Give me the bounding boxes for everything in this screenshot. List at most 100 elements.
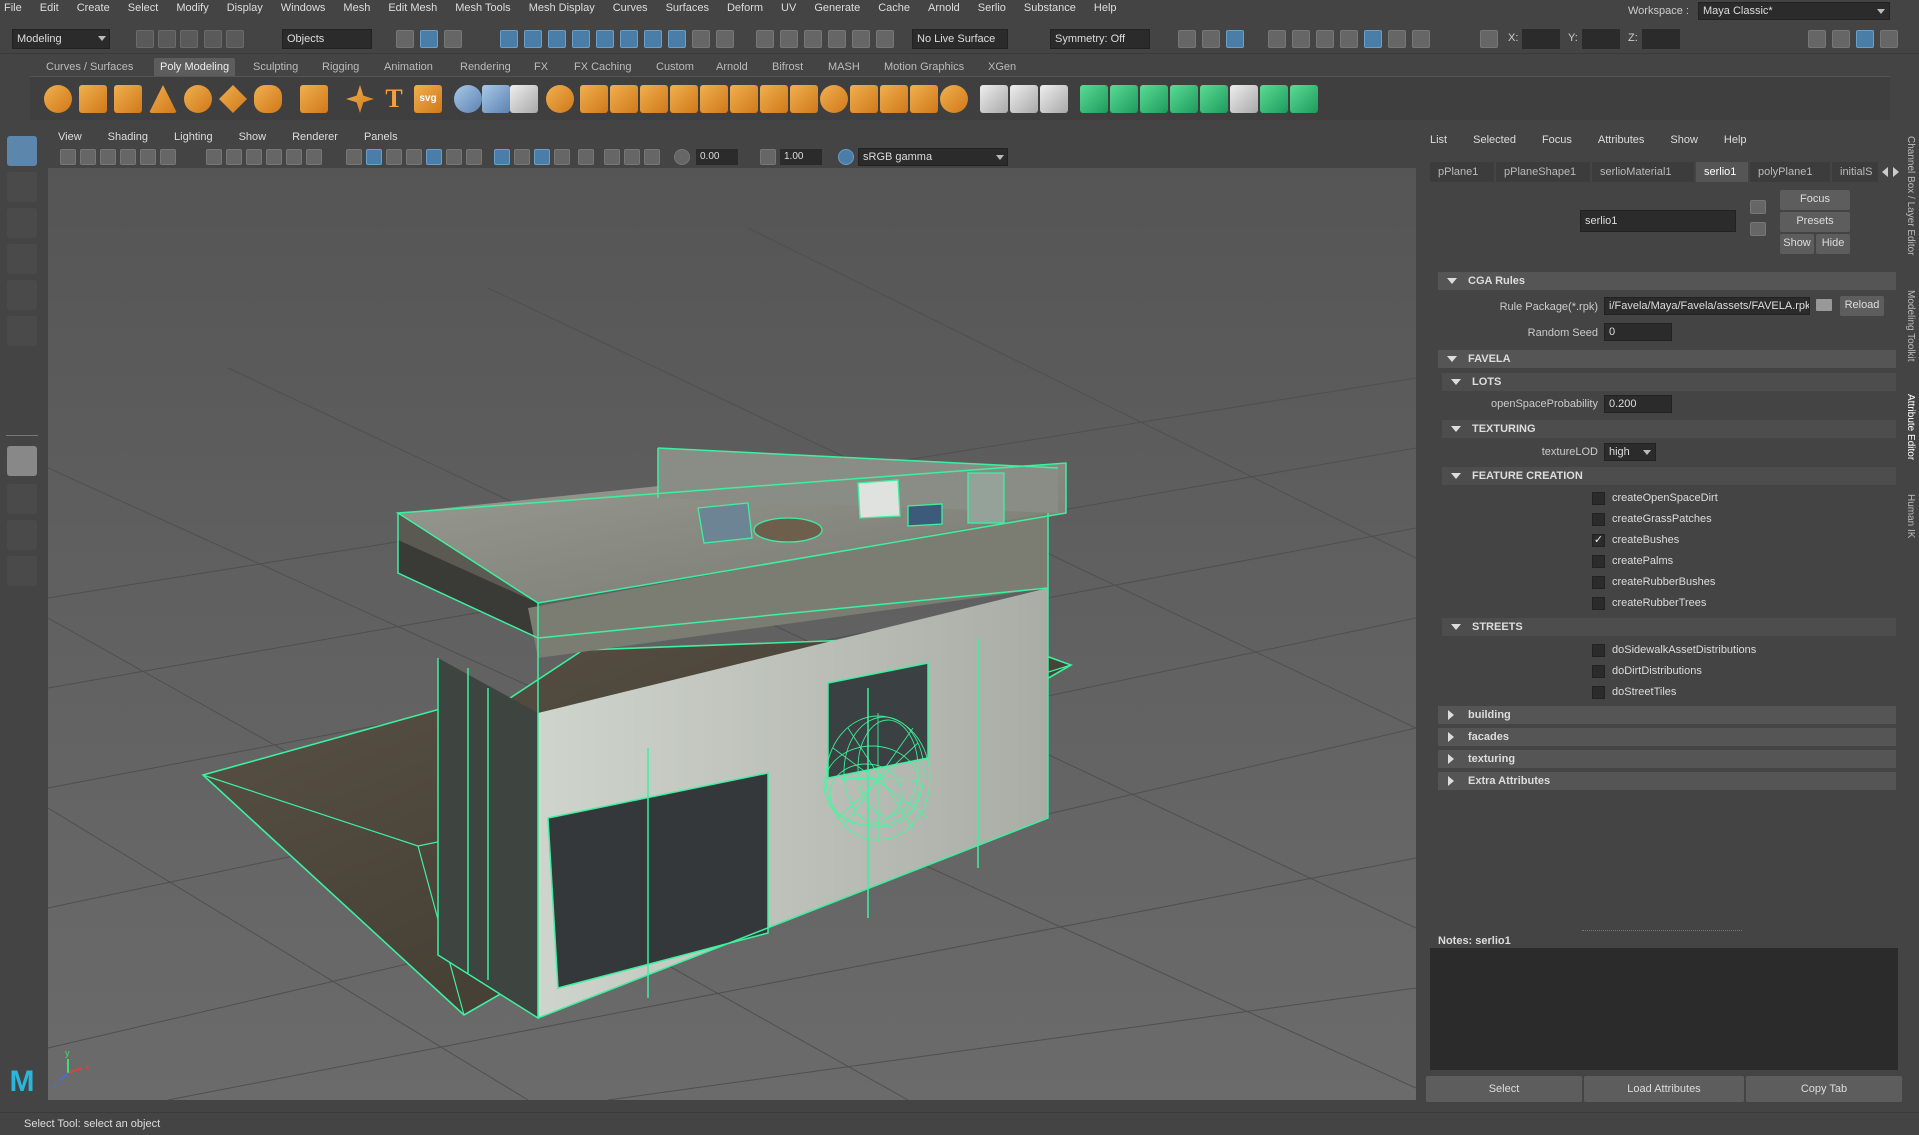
z-input[interactable] <box>1642 29 1680 49</box>
bookmark-icon[interactable] <box>100 149 116 165</box>
persp-outliner-icon[interactable] <box>7 520 37 550</box>
menu-windows[interactable]: Windows <box>277 0 326 16</box>
redo-icon[interactable] <box>226 30 244 48</box>
shelf-tab-animation[interactable]: Animation <box>378 58 439 76</box>
ae-tab-serlio1[interactable]: serlio1 <box>1696 162 1748 182</box>
snap-component-icon[interactable] <box>644 30 662 48</box>
grease-pencil-icon[interactable] <box>160 149 176 165</box>
automatic-uv-icon[interactable] <box>1170 85 1198 113</box>
side-tab-attribute-editor[interactable]: Attribute Editor <box>1900 394 1916 474</box>
shelf-tab-fx[interactable]: FX <box>528 58 554 76</box>
shelf-tab-mash[interactable]: MASH <box>822 58 866 76</box>
construction-history-icon[interactable] <box>804 30 822 48</box>
particles-icon[interactable] <box>510 85 538 113</box>
attribute-editor-toggle-icon[interactable] <box>1856 30 1874 48</box>
default-material-icon[interactable] <box>386 149 402 165</box>
side-tab-channel-box[interactable]: Channel Box / Layer Editor <box>1900 136 1916 276</box>
superellipse-icon[interactable] <box>346 85 374 113</box>
section-cga-rules[interactable]: CGA Rules <box>1438 272 1896 290</box>
move-tool-icon[interactable] <box>7 244 37 274</box>
cylindrical-uv-icon[interactable] <box>1110 85 1138 113</box>
side-tab-modeling-toolkit[interactable]: Modeling Toolkit <box>1900 290 1916 374</box>
smooth-icon[interactable] <box>610 85 638 113</box>
planar-uv-icon[interactable] <box>1080 85 1108 113</box>
poly-cone-icon[interactable] <box>149 85 177 113</box>
menu-curves[interactable]: Curves <box>609 0 648 16</box>
load-attributes-button[interactable]: Load Attributes <box>1584 1076 1744 1102</box>
menu-mesh[interactable]: Mesh <box>339 0 370 16</box>
section-texturing[interactable]: texturing <box>1438 750 1896 768</box>
unfold-uv-icon[interactable] <box>1200 85 1228 113</box>
shelf-tab-sculpting[interactable]: Sculpting <box>247 58 304 76</box>
checkbox-do-street-tiles[interactable] <box>1592 686 1605 699</box>
viewport-menu-renderer[interactable]: Renderer <box>282 128 338 146</box>
folder-icon[interactable] <box>1816 299 1832 311</box>
multi-cut-icon[interactable] <box>980 85 1008 113</box>
lasso-tool-icon[interactable] <box>7 172 37 202</box>
ae-menu-show[interactable]: Show <box>1662 128 1698 152</box>
selection-mode-dropdown[interactable]: Objects <box>282 29 372 49</box>
svg-tool-icon[interactable]: svg <box>414 85 442 113</box>
checkbox-create-grass-patches[interactable] <box>1592 513 1605 526</box>
camera-attributes-icon[interactable] <box>80 149 96 165</box>
go-to-input-icon[interactable] <box>1750 200 1766 214</box>
isolate-select-icon[interactable] <box>578 149 594 165</box>
notes-textarea[interactable] <box>1430 948 1898 1070</box>
select-by-hierarchy-icon[interactable] <box>396 30 414 48</box>
viewport-menu-panels[interactable]: Panels <box>354 128 398 146</box>
single-perspective-view-icon[interactable] <box>7 446 37 476</box>
playblast-icon[interactable] <box>1364 30 1382 48</box>
go-to-output-icon[interactable] <box>1750 222 1766 236</box>
image-plane-icon[interactable] <box>120 149 136 165</box>
menu-deform[interactable]: Deform <box>723 0 763 16</box>
light-editor-icon[interactable] <box>1388 30 1406 48</box>
shelf-tab-xgen[interactable]: XGen <box>982 58 1022 76</box>
snap-view-plane-icon[interactable] <box>572 30 590 48</box>
shelf-tab-bifrost[interactable]: Bifrost <box>766 58 809 76</box>
wedge-icon[interactable] <box>940 85 968 113</box>
render-history-icon[interactable] <box>828 30 846 48</box>
ae-menu-list[interactable]: List <box>1422 128 1447 152</box>
exposure-field[interactable]: 0.00 <box>696 149 738 165</box>
scale-tool-icon[interactable] <box>7 316 37 346</box>
ae-menu-selected[interactable]: Selected <box>1465 128 1516 152</box>
color-space-dropdown[interactable]: sRGB gamma <box>858 148 1008 166</box>
side-tab-human-ik[interactable]: Human IK <box>1900 494 1916 554</box>
exposure-icon[interactable] <box>674 149 690 165</box>
menu-modify[interactable]: Modify <box>172 0 208 16</box>
camera-based-selection-icon[interactable] <box>716 30 734 48</box>
render-frame-icon[interactable] <box>1202 30 1220 48</box>
node-name-field[interactable]: serlio1 <box>1580 210 1736 232</box>
tool-settings-toggle-icon[interactable] <box>1880 30 1898 48</box>
ae-tab-polyplane1[interactable]: polyPlane1 <box>1750 162 1830 182</box>
paint-select-tool-icon[interactable] <box>7 208 37 238</box>
workspace-dropdown[interactable]: Maya Classic* <box>1698 2 1890 20</box>
select-button[interactable]: Select <box>1426 1076 1582 1102</box>
history-input-icon[interactable] <box>756 30 774 48</box>
extrude-icon[interactable] <box>730 85 758 113</box>
ae-tab-pplane1[interactable]: pPlane1 <box>1430 162 1494 182</box>
edge-loop-icon[interactable] <box>1010 85 1038 113</box>
section-streets[interactable]: STREETS <box>1442 618 1896 636</box>
open-space-probability-field[interactable]: 0.200 <box>1604 395 1672 413</box>
bevel-icon[interactable] <box>670 85 698 113</box>
depth-of-field-icon[interactable] <box>554 149 570 165</box>
checkbox-create-rubber-bushes[interactable] <box>1592 576 1605 589</box>
xray-icon[interactable] <box>604 149 620 165</box>
quad-draw-icon[interactable] <box>1040 85 1068 113</box>
safe-action-icon[interactable] <box>306 149 322 165</box>
menu-generate[interactable]: Generate <box>810 0 860 16</box>
render-settings-icon[interactable] <box>1268 30 1286 48</box>
select-by-component-icon[interactable] <box>444 30 462 48</box>
gate-mask-icon[interactable] <box>266 149 282 165</box>
poly-sphere-icon[interactable] <box>44 85 72 113</box>
new-scene-icon[interactable] <box>136 30 154 48</box>
pause-icon[interactable] <box>1412 30 1430 48</box>
anti-aliasing-icon[interactable] <box>534 149 550 165</box>
ae-menu-attributes[interactable]: Attributes <box>1590 128 1644 152</box>
fill-hole-icon[interactable] <box>820 85 848 113</box>
section-favela[interactable]: FAVELA <box>1438 350 1896 368</box>
poly-disc-icon[interactable] <box>254 85 282 113</box>
type-text-icon[interactable]: T <box>380 85 408 113</box>
menu-serlio[interactable]: Serlio <box>974 0 1006 16</box>
